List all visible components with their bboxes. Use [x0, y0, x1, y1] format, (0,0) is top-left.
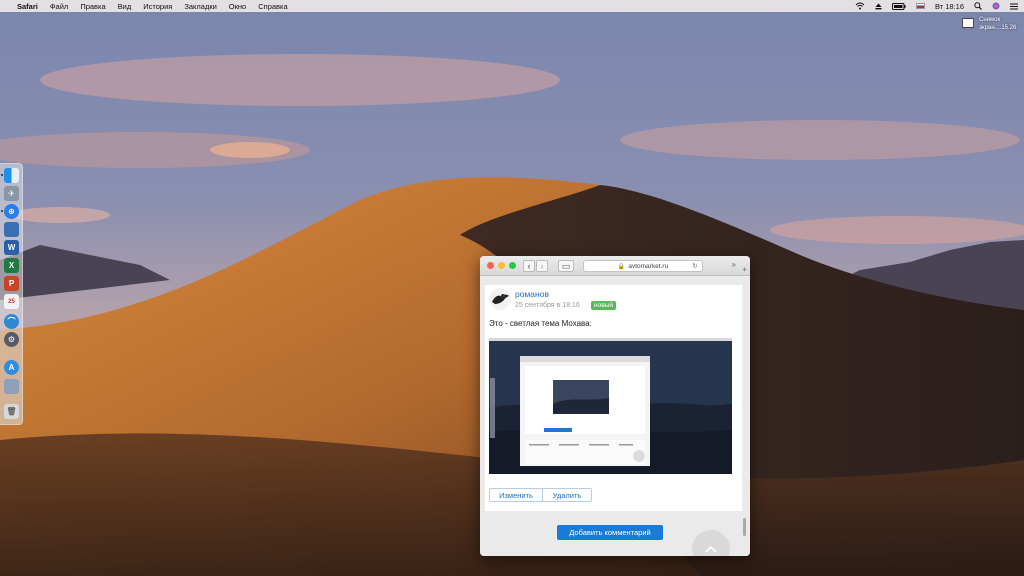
finder-icon[interactable] [4, 168, 19, 183]
safari-window: ‹ › ▭ 🔒 avtomarket.ru ↻ » + романов 25 с… [480, 256, 750, 556]
new-tab-button[interactable]: + [742, 266, 747, 274]
menu-edit[interactable]: Правка [80, 2, 105, 11]
minimize-window-button[interactable] [498, 262, 505, 269]
powerpoint-icon[interactable]: P [4, 276, 19, 291]
wifi-icon[interactable] [855, 2, 865, 10]
menu-bookmarks[interactable]: Закладки [184, 2, 216, 11]
scrollbar[interactable] [743, 518, 746, 536]
word-icon[interactable]: W [4, 240, 19, 255]
address-url: avtomarket.ru [628, 262, 669, 270]
input-source-flag-icon[interactable] [915, 3, 925, 9]
chevron-up-icon [705, 545, 717, 553]
lock-icon: 🔒 [617, 263, 626, 270]
scroll-to-top-button[interactable] [692, 530, 730, 556]
excel-icon[interactable]: X [4, 258, 19, 273]
running-indicator [1, 210, 3, 212]
page-content: романов 25 сентября в 18:16 новый Это - … [480, 276, 750, 556]
system-preferences-icon[interactable]: ⚙ [4, 332, 19, 347]
menu-list-icon[interactable] [1010, 3, 1018, 10]
address-bar[interactable]: 🔒 avtomarket.ru ↻ [583, 260, 703, 272]
menu-bar: Safari Файл Правка Вид История Закладки … [0, 0, 1024, 12]
delete-button[interactable]: Удалить [542, 488, 592, 502]
comment-card: романов 25 сентября в 18:16 новый Это - … [485, 285, 742, 511]
desktop-file[interactable]: Снимок экран....15.26 [962, 16, 1016, 32]
trash-icon[interactable]: 🗑 [4, 404, 19, 419]
back-button[interactable]: ‹ [523, 260, 535, 272]
comment-screenshot-image[interactable] [489, 338, 732, 474]
safari-icon[interactable]: ⊕ [4, 204, 19, 219]
eject-icon[interactable] [875, 3, 882, 10]
status-badge: новый [591, 301, 616, 310]
menu-history[interactable]: История [143, 2, 172, 11]
menu-window[interactable]: Окно [229, 2, 246, 11]
running-indicator [1, 174, 3, 176]
edit-button[interactable]: Изменить [489, 488, 543, 502]
close-window-button[interactable] [487, 262, 494, 269]
menu-view[interactable]: Вид [118, 2, 132, 11]
zoom-window-button[interactable] [509, 262, 516, 269]
avatar[interactable] [489, 288, 511, 310]
file-name-line2: экран....15.26 [979, 25, 1017, 31]
menu-help[interactable]: Справка [258, 2, 287, 11]
comment-text: Это - светлая тема Мохава: [489, 319, 592, 328]
forward-button[interactable]: › [536, 260, 548, 272]
image-capture-icon[interactable] [4, 222, 19, 237]
app-store-icon[interactable]: A [4, 360, 19, 375]
add-comment-button[interactable]: Добавить комментарий [557, 525, 663, 540]
search-icon[interactable] [974, 2, 982, 10]
more-chevron-icon[interactable]: » [732, 260, 736, 269]
reload-icon[interactable]: ↻ [692, 262, 698, 270]
menu-file[interactable]: Файл [50, 2, 68, 11]
dock: ✈ ⊕ W X P 25 ⌒ ⚙ A 🗑 [0, 163, 23, 425]
calendar-icon[interactable]: 25 [4, 294, 19, 309]
comment-author[interactable]: романов [515, 289, 549, 299]
safari-toolbar: ‹ › ▭ 🔒 avtomarket.ru ↻ » + [480, 256, 750, 276]
launchpad-icon[interactable]: ✈ [4, 186, 19, 201]
menu-app-safari[interactable]: Safari [17, 2, 38, 11]
menu-clock[interactable]: Вт 18:16 [935, 2, 964, 11]
disk-utility-icon[interactable]: ⌒ [4, 314, 19, 329]
downloads-folder-icon[interactable] [4, 379, 19, 394]
comment-date: 25 сентября в 18:16 [515, 302, 580, 309]
siri-icon[interactable] [992, 2, 1000, 10]
file-name-line1: Снимок [979, 17, 1001, 23]
screenshot-file-icon [962, 18, 974, 28]
sidebar-toggle-icon[interactable]: ▭ [558, 260, 574, 272]
status-area: Вт 18:16 [845, 2, 1018, 11]
battery-icon[interactable] [891, 2, 906, 10]
